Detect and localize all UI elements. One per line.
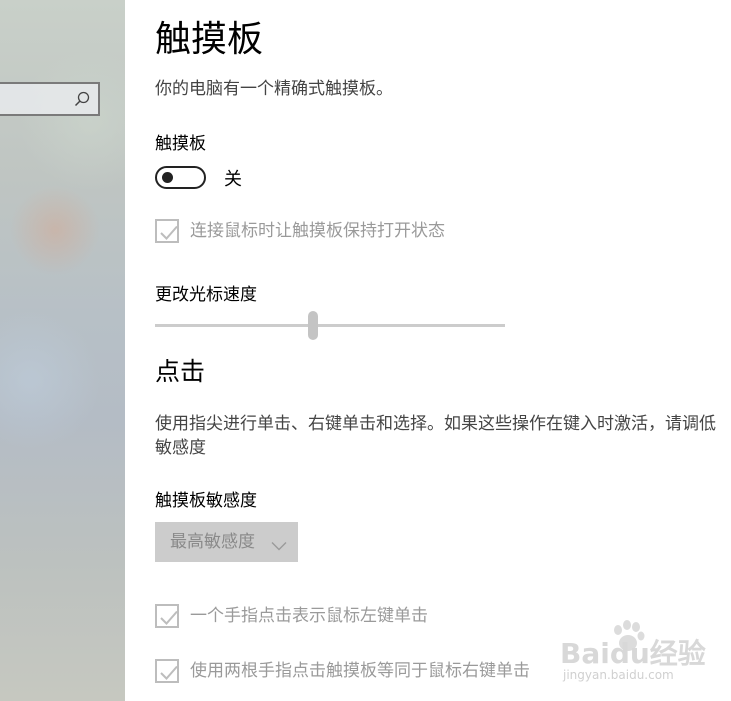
watermark-url: jingyan.baidu.com xyxy=(563,668,674,682)
touchpad-settings-panel: 触摸板 你的电脑有一个精确式触摸板。 触摸板 关 连接鼠标时让触摸板保持打开状态… xyxy=(125,0,731,701)
touchpad-label: 触摸板 xyxy=(155,134,206,154)
chevron-down-icon xyxy=(271,536,287,551)
baidu-watermark: Baidu经验 jingyan.baidu.com xyxy=(560,620,725,690)
sensitivity-value: 最高敏感度 xyxy=(170,532,255,552)
keep-touchpad-on-label: 连接鼠标时让触摸板保持打开状态 xyxy=(190,221,445,241)
search-icon[interactable] xyxy=(74,91,90,107)
search-input[interactable] xyxy=(0,82,100,116)
cursor-speed-slider[interactable] xyxy=(155,311,505,341)
touchpad-toggle-state: 关 xyxy=(224,169,242,190)
page-description: 你的电脑有一个精确式触摸板。 xyxy=(155,79,393,99)
sensitivity-dropdown[interactable]: 最高敏感度 xyxy=(155,522,298,562)
slider-track xyxy=(155,324,505,327)
checkmark-icon xyxy=(160,610,178,625)
two-finger-tap-label: 使用两根手指点击触摸板等同于鼠标右键单击 xyxy=(190,661,530,681)
settings-sidebar xyxy=(0,0,125,701)
checkmark-icon xyxy=(160,225,178,240)
toggle-knob xyxy=(162,172,173,183)
single-finger-tap-label: 一个手指点击表示鼠标左键单击 xyxy=(190,606,428,626)
watermark-logo: Baidu经验 xyxy=(560,637,706,670)
taps-heading: 点击 xyxy=(155,357,206,386)
two-finger-tap-checkbox[interactable] xyxy=(155,659,179,683)
keep-touchpad-on-checkbox[interactable] xyxy=(155,219,179,243)
touchpad-toggle[interactable] xyxy=(155,166,206,189)
slider-thumb[interactable] xyxy=(308,311,318,340)
sensitivity-label: 触摸板敏感度 xyxy=(155,491,257,511)
checkmark-icon xyxy=(160,665,178,680)
cursor-speed-label: 更改光标速度 xyxy=(155,285,257,305)
page-title: 触摸板 xyxy=(155,19,264,60)
single-finger-tap-checkbox[interactable] xyxy=(155,604,179,628)
taps-description: 使用指尖进行单击、右键单击和选择。如果这些操作在键入时激活，请调低敏感度 xyxy=(155,414,716,458)
